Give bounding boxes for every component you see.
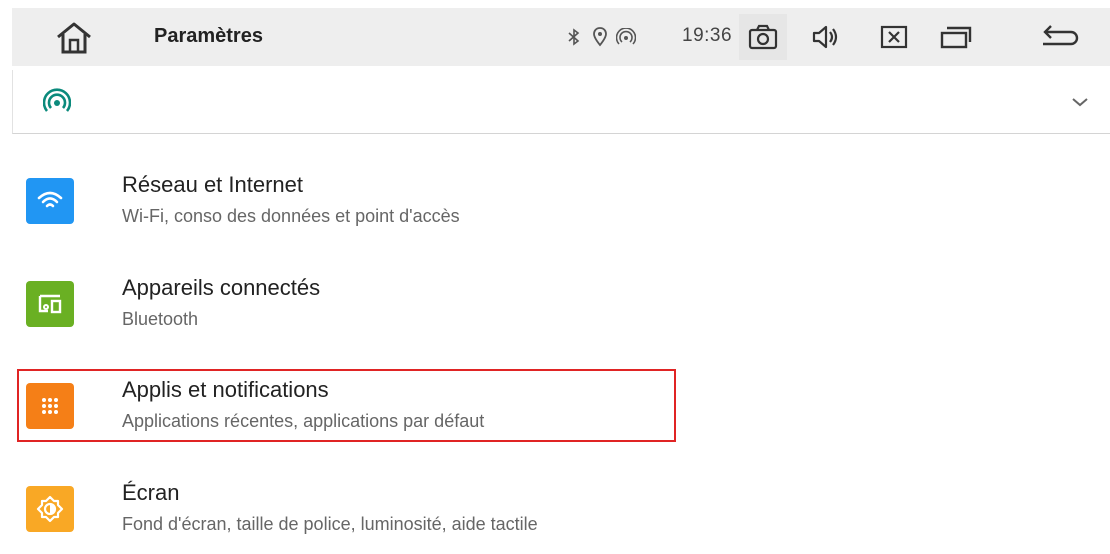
recent-apps-icon[interactable] — [932, 14, 980, 60]
status-icons — [564, 22, 642, 52]
setting-subtitle: Fond d'écran, taille de police, luminosi… — [122, 514, 538, 534]
home-icon[interactable] — [54, 20, 94, 56]
wifi-icon — [26, 178, 74, 224]
setting-connected-devices[interactable]: Appareils connectés Bluetooth — [12, 267, 1052, 349]
camera-icon[interactable] — [739, 14, 787, 60]
hotspot-icon — [616, 26, 636, 48]
top-bar: Paramètres 19:36 — [12, 8, 1110, 66]
chevron-down-icon[interactable] — [1070, 94, 1090, 110]
setting-display[interactable]: Écran Fond d'écran, taille de police, lu… — [12, 472, 1052, 554]
setting-title: Écran — [122, 480, 180, 505]
volume-icon[interactable] — [802, 14, 850, 60]
bluetooth-icon — [564, 26, 584, 48]
close-window-icon[interactable] — [870, 14, 918, 60]
hotspot-suggestion-bar[interactable] — [12, 70, 1110, 134]
setting-title: Réseau et Internet — [122, 172, 304, 197]
setting-subtitle: Bluetooth — [122, 309, 199, 329]
setting-subtitle: Applications récentes, applications par … — [122, 411, 485, 431]
connected-devices-icon — [26, 281, 74, 327]
setting-title: Appareils connectés — [122, 275, 321, 300]
page-title: Paramètres — [154, 25, 263, 47]
setting-apps-notifications[interactable]: Applis et notifications Applications réc… — [12, 369, 1052, 451]
hotspot-icon — [42, 88, 72, 116]
location-icon — [590, 26, 610, 48]
setting-subtitle: Wi-Fi, conso des données et point d'accè… — [122, 206, 460, 226]
clock: 19:36 — [682, 25, 733, 46]
setting-network-internet[interactable]: Réseau et Internet Wi-Fi, conso des donn… — [12, 164, 1052, 246]
setting-title: Applis et notifications — [122, 377, 329, 402]
back-icon[interactable] — [1035, 14, 1083, 60]
apps-grid-icon — [26, 383, 74, 429]
brightness-icon — [26, 486, 74, 532]
